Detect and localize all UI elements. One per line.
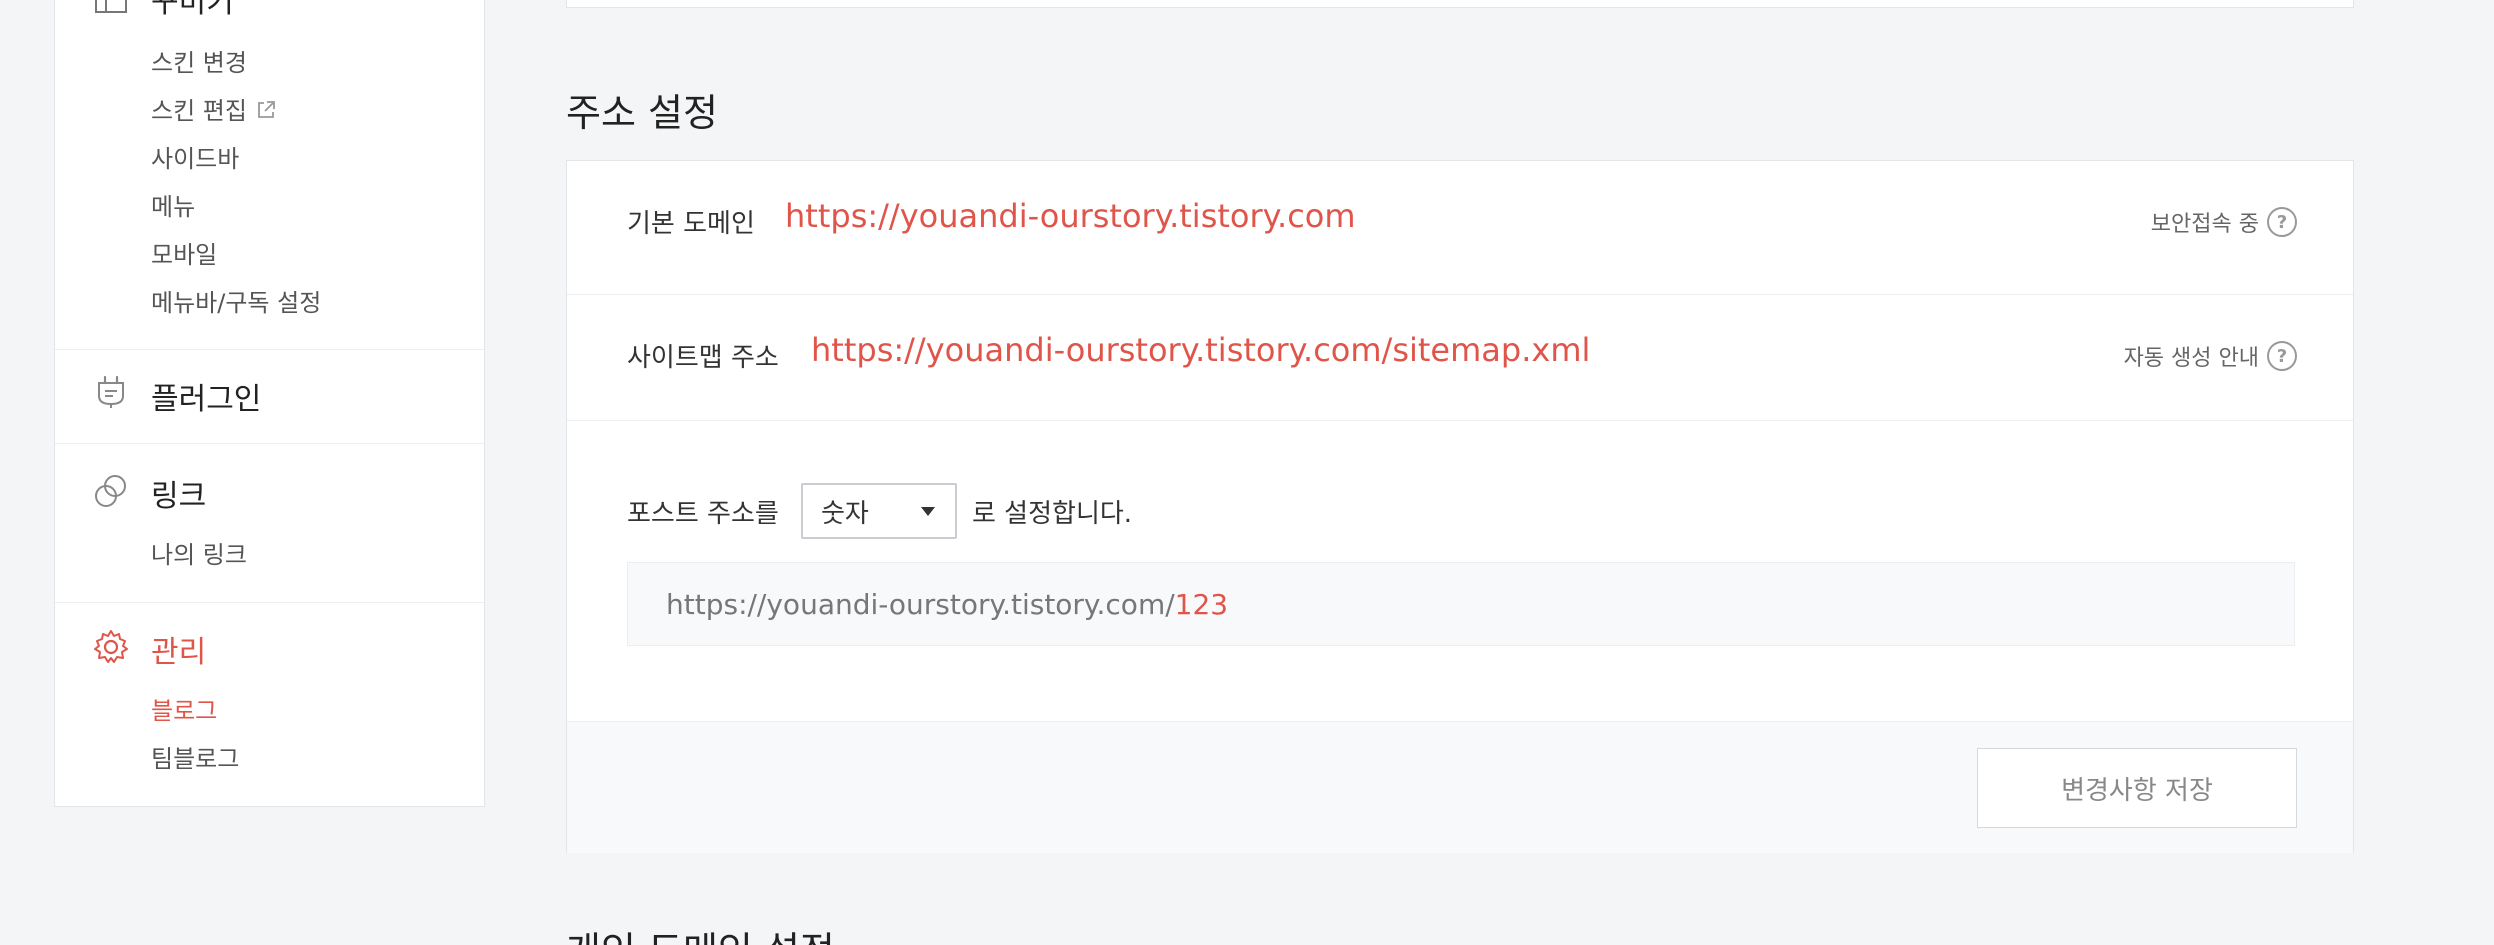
- help-icon[interactable]: ?: [2267, 341, 2297, 371]
- sidebar-divider: [55, 349, 484, 350]
- sitemap-help: 자동 생성 안내 ?: [2124, 340, 2297, 372]
- sidebar-divider: [55, 443, 484, 444]
- sidebar-item-team-blog[interactable]: 팀블로그: [151, 739, 239, 774]
- previous-card-edge: [566, 0, 2354, 8]
- layout-icon: [95, 0, 127, 13]
- sidebar-item-skin-change[interactable]: 스킨 변경: [151, 43, 247, 78]
- address-settings-card: 기본 도메인 https://youandi-ourstory.tistory.…: [566, 160, 2354, 853]
- secure-connection-label: 보안접속 중: [2150, 212, 2259, 237]
- sidebar-item-mobile[interactable]: 모바일: [151, 235, 217, 270]
- sidebar-item-blog[interactable]: 블로그: [151, 691, 217, 726]
- row-divider: [567, 420, 2353, 421]
- post-address-preview-number: 123: [1174, 587, 1229, 621]
- page-title: 주소 설정: [566, 91, 718, 135]
- post-address-select[interactable]: 숫자: [801, 483, 957, 539]
- sidebar-title-manage[interactable]: 관리: [151, 627, 206, 671]
- sidebar-divider: [55, 602, 484, 603]
- default-domain-label: 기본 도메인: [627, 209, 755, 239]
- sidebar-item-menubar[interactable]: 메뉴바/구독 설정: [151, 283, 321, 318]
- sidebar-item-menu[interactable]: 메뉴: [151, 187, 195, 222]
- sidebar-title-plugin[interactable]: 플러그인: [151, 374, 261, 418]
- post-address-preview: https://youandi-ourstory.tistory.com/123: [627, 562, 2295, 646]
- sidebar-item-my-link[interactable]: 나의 링크: [151, 535, 247, 570]
- sitemap-help-label: 자동 생성 안내: [2123, 346, 2259, 371]
- sidebar-title-link[interactable]: 링크: [151, 471, 206, 515]
- sidebar: 꾸미기 스킨 변경 스킨 편집 사이드바 메뉴 모바일 메뉴바/구독 설정 플러…: [54, 0, 485, 807]
- next-section-title: 개인 도메인 설정: [566, 920, 835, 945]
- plug-icon: [98, 375, 124, 408]
- secure-connection-status: 보안접속 중 ?: [2151, 206, 2297, 238]
- sidebar-item-skin-edit[interactable]: 스킨 편집: [151, 91, 277, 126]
- post-address-suffix-label: 로 설정합니다.: [972, 499, 1133, 529]
- post-address-label: 포스트 주소를: [627, 499, 779, 529]
- save-changes-button[interactable]: 변경사항 저장: [1977, 748, 2297, 828]
- default-domain-link[interactable]: https://youandi-ourstory.tistory.com: [785, 197, 1356, 235]
- sidebar-item-sidebar[interactable]: 사이드바: [151, 139, 239, 174]
- gear-icon: [94, 630, 128, 663]
- card-footer: 변경사항 저장: [567, 721, 2353, 853]
- link-icon: [95, 475, 126, 507]
- sitemap-label: 사이트맵 주소: [627, 343, 779, 373]
- sidebar-item-skin-edit-label: 스킨 편집: [151, 97, 247, 125]
- row-divider: [567, 294, 2353, 295]
- sitemap-link[interactable]: https://youandi-ourstory.tistory.com/sit…: [811, 331, 1590, 369]
- post-address-select-value: 숫자: [821, 498, 869, 529]
- external-link-icon: [258, 101, 275, 118]
- help-icon[interactable]: ?: [2267, 207, 2297, 237]
- sidebar-title-decorate[interactable]: 꾸미기: [151, 0, 234, 21]
- caret-down-icon: [921, 507, 935, 516]
- post-address-preview-base: https://youandi-ourstory.tistory.com/: [666, 587, 1175, 621]
